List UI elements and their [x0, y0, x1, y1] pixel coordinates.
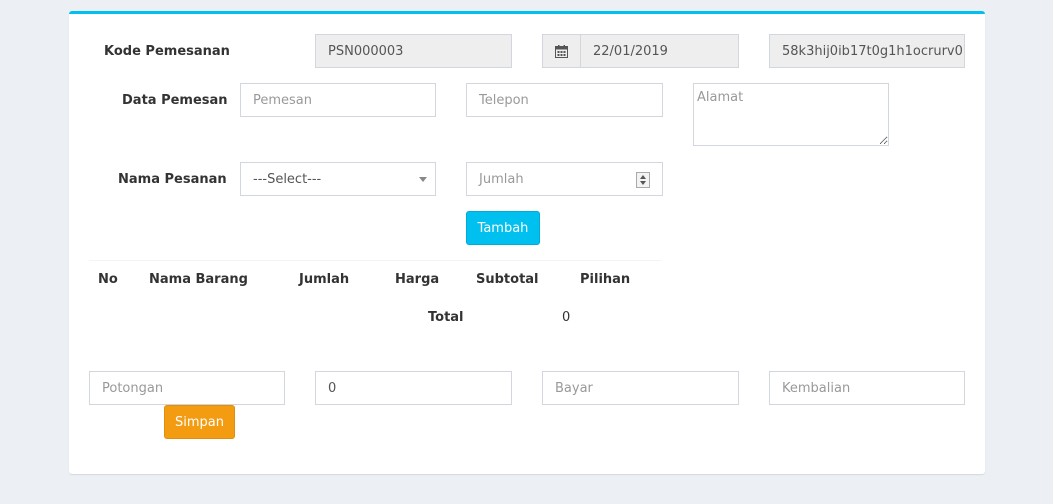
- session-id-field[interactable]: 58k3hij0ib17t0g1h1ocrurv07: [769, 34, 965, 68]
- order-form-box: Kode Pemesanan PSN000003 22/01/2019 58k3…: [69, 11, 985, 474]
- nama-pesanan-select[interactable]: ---Select---: [240, 162, 436, 196]
- pemesan-input[interactable]: Pemesan: [240, 83, 436, 117]
- kode-pemesanan-label: Kode Pemesanan: [104, 44, 230, 59]
- alamat-textarea[interactable]: [693, 83, 889, 146]
- kode-pemesanan-field[interactable]: PSN000003: [315, 34, 512, 68]
- spinner-up-icon[interactable]: [640, 175, 646, 179]
- kembalian-input[interactable]: Kembalian: [769, 371, 965, 405]
- table-divider: [89, 260, 661, 261]
- nama-pesanan-label: Nama Pesanan: [118, 172, 227, 187]
- th-no: No: [98, 272, 118, 287]
- total-value: 0: [562, 310, 571, 325]
- jumlah-input[interactable]: Jumlah: [466, 162, 663, 196]
- data-pemesan-label: Data Pemesan: [122, 93, 228, 108]
- tambah-button[interactable]: Tambah: [466, 211, 540, 245]
- calendar-icon: [555, 44, 568, 58]
- spinner-down-icon[interactable]: [640, 181, 646, 185]
- calendar-addon: [542, 34, 581, 68]
- potongan-input[interactable]: Potongan: [89, 371, 285, 405]
- th-nama-barang: Nama Barang: [149, 272, 248, 287]
- amount-field[interactable]: 0: [315, 371, 512, 405]
- telepon-input[interactable]: Telepon: [466, 83, 663, 117]
- select-value: ---Select---: [253, 171, 322, 187]
- spinner-icon[interactable]: [636, 172, 650, 188]
- date-field[interactable]: 22/01/2019: [580, 34, 739, 68]
- jumlah-placeholder: Jumlah: [479, 171, 524, 187]
- simpan-button[interactable]: Simpan: [164, 405, 235, 439]
- th-subtotal: Subtotal: [476, 272, 539, 287]
- th-pilihan: Pilihan: [580, 272, 631, 287]
- th-jumlah: Jumlah: [299, 272, 350, 287]
- bayar-input[interactable]: Bayar: [542, 371, 739, 405]
- chevron-down-icon: [419, 177, 427, 182]
- total-label: Total: [428, 310, 464, 325]
- th-harga: Harga: [395, 272, 440, 287]
